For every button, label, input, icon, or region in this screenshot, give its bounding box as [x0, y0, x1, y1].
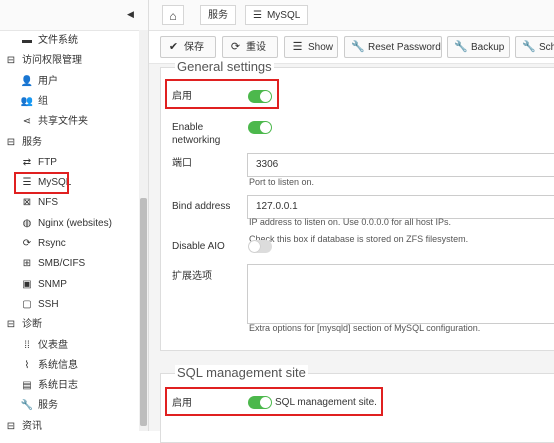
sidebar-item-label: SNMP — [38, 279, 67, 290]
log-icon: ▤ — [22, 380, 32, 391]
folder-icon: ▬ — [22, 35, 32, 46]
schedule-button[interactable]: 🔧 Sch — [515, 36, 554, 58]
sidebar-item-label: 服务 — [22, 137, 42, 148]
breadcrumb: ⌂ 服务 ☰ MySQL — [149, 0, 554, 31]
windows-icon: ⊞ — [22, 258, 32, 269]
bind-address-input[interactable]: 127.0.0.1 — [247, 195, 554, 219]
group-icon: 👥 — [20, 96, 34, 107]
ftp-icon: ⇄ — [22, 157, 32, 168]
general-settings-legend: General settings — [175, 59, 274, 74]
sidebar-item-label: 文件系统 — [38, 35, 78, 46]
sidebar-scrollbar-thumb[interactable] — [140, 198, 147, 426]
minus-square-icon: ⊟ — [6, 319, 16, 330]
breadcrumb-item-mysql[interactable]: ☰ MySQL — [245, 5, 309, 25]
database-icon: ☰ — [292, 41, 303, 53]
backup-button-label: Backup — [471, 42, 505, 53]
minus-square-icon: ⊟ — [6, 421, 16, 432]
save-button[interactable]: ✔ 保存 — [160, 36, 216, 58]
user-icon: 👤 — [20, 76, 34, 87]
networking-label-line2: networking — [172, 135, 221, 146]
nfs-icon: ⊠ — [22, 197, 32, 208]
reset-password-button[interactable]: 🔧 Reset Password — [344, 36, 442, 58]
breadcrumb-item-label: MySQL — [266, 10, 301, 21]
networking-label-line1: Enable — [172, 122, 204, 133]
extra-options-label: 扩展选项 — [172, 271, 212, 282]
sidebar-item-label: 用户 — [38, 76, 58, 87]
port-input[interactable]: 3306 — [247, 153, 554, 177]
sidebar-item-label: 诊断 — [22, 319, 42, 330]
globe-icon: ◍ — [22, 218, 32, 229]
sidebar-item-label: 访问权限管理 — [22, 55, 82, 66]
wrench-icon: 🔧 — [522, 41, 536, 53]
minus-square-icon: ⊟ — [6, 137, 16, 148]
port-label: 端口 — [172, 158, 192, 169]
sidebar-header: ◀ — [0, 0, 148, 31]
sql-management-site-legend: SQL management site — [175, 365, 308, 380]
enable-highlight-box — [165, 79, 279, 109]
terminal-icon: ▢ — [22, 299, 32, 310]
bind-address-label: Bind address — [172, 201, 231, 212]
wrench-icon: 🔧 — [20, 400, 34, 411]
snmp-icon: ▣ — [22, 279, 32, 290]
share-icon: ⋖ — [22, 116, 32, 127]
show-button-label: Show — [308, 42, 334, 53]
sidebar-item-label: 共享文件夹 — [38, 116, 88, 127]
wrench-icon: 🔧 — [454, 41, 468, 53]
form-content: General settings 启用 Enable networking 端口… — [149, 59, 554, 443]
sqlsite-highlight-box — [165, 387, 383, 416]
sidebar-item-label: Rsync — [38, 238, 66, 249]
sidebar-item-label: 资讯 — [22, 421, 42, 432]
save-button-label: 保存 — [184, 42, 204, 53]
sidebar-item-label: 仪表盘 — [38, 340, 68, 351]
reset-password-button-label: Reset Password — [368, 42, 441, 53]
database-icon: ☰ — [253, 10, 262, 21]
reset-button[interactable]: ⟳ 重设 — [222, 36, 278, 58]
sidebar-item-label: FTP — [38, 157, 57, 168]
home-icon: ⌂ — [169, 9, 177, 23]
collapse-left-icon[interactable]: ◀ — [127, 9, 134, 20]
show-button[interactable]: ☰ Show — [284, 36, 338, 58]
extra-options-textarea[interactable] — [247, 264, 554, 324]
check-icon: ✔ — [168, 41, 179, 53]
toggle-knob — [260, 122, 271, 133]
sidebar: ◀ ▬ 文件系统 ⊟ 访问权限管理 👤 用户 👥 组 ⋖ 共享文件夹 ⊟ 服务 ⇄ FTP ☰ MySQL ⊠ N… — [0, 0, 149, 432]
sidebar-item-label: 组 — [38, 96, 48, 107]
schedule-button-label: Sch — [539, 42, 554, 53]
refresh-icon: ⟳ — [230, 41, 241, 53]
sidebar-item-label: 服务 — [38, 400, 58, 411]
networking-toggle[interactable] — [248, 121, 272, 134]
disable-aio-label: Disable AIO — [172, 241, 225, 252]
disable-aio-hint: Check this box if database is stored on … — [249, 234, 469, 244]
extra-options-hint: Extra options for [mysqld] section of My… — [249, 323, 481, 333]
rsync-icon: ⟳ — [22, 238, 32, 249]
minus-square-icon: ⊟ — [6, 55, 16, 66]
chart-icon: ⌇ — [24, 360, 30, 371]
reset-button-label: 重设 — [246, 42, 266, 53]
sidebar-item-label: SMB/CIFS — [38, 258, 86, 269]
toggle-knob — [249, 241, 260, 252]
port-hint: Port to listen on. — [249, 177, 315, 187]
breadcrumb-item-services[interactable]: 服务 — [200, 5, 236, 25]
sidebar-item-label: 系统信息 — [38, 360, 78, 371]
breadcrumb-home[interactable]: ⌂ — [162, 5, 184, 25]
sidebar-item-label: Nginx (websites) — [38, 218, 112, 229]
mysql-highlight-box — [14, 172, 69, 194]
sidebar-item-label: NFS — [38, 197, 58, 208]
bind-address-hint: IP address to listen on. Use 0.0.0.0 for… — [249, 217, 451, 227]
disable-aio-toggle[interactable] — [248, 240, 272, 253]
dashboard-icon: ⁞⁞ — [24, 340, 30, 351]
sidebar-item-label: SSH — [38, 299, 59, 310]
sidebar-item-label: 系统日志 — [38, 380, 78, 391]
wrench-icon: 🔧 — [351, 41, 365, 53]
backup-button[interactable]: 🔧 Backup — [447, 36, 510, 58]
